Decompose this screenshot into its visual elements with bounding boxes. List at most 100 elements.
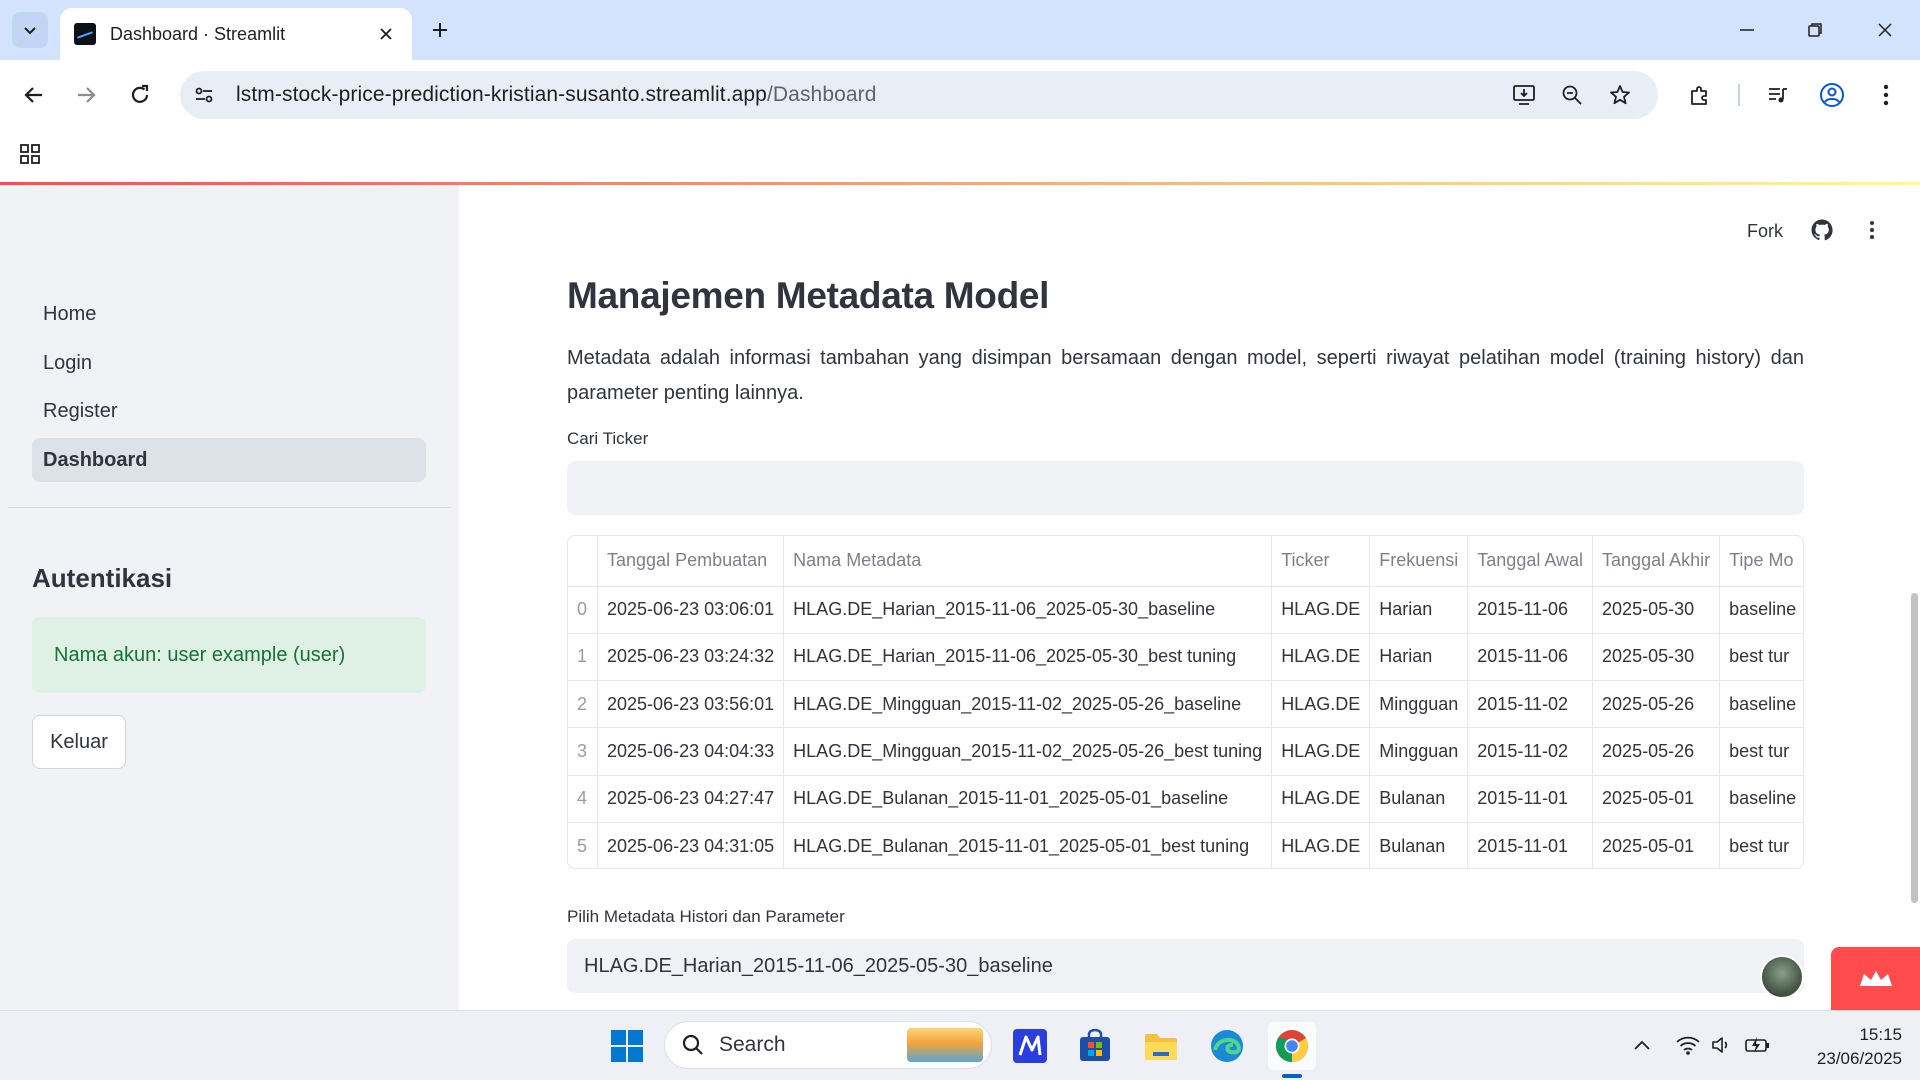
app-menu-button[interactable] [1857, 215, 1887, 245]
browser-menu-button[interactable] [1866, 75, 1906, 115]
cell-ticker: HLAG.DE [1271, 680, 1371, 729]
cell-model-type: best tur [1719, 633, 1803, 682]
column-header-created[interactable]: Tanggal Pembuatan [597, 536, 785, 587]
browser-tab-active[interactable]: Dashboard · Streamlit [60, 8, 412, 60]
table-row[interactable]: 3 2025-06-23 04:04:33 HLAG.DE_Mingguan_2… [568, 727, 1803, 776]
cell-model-type: baseline [1719, 775, 1803, 823]
table-row[interactable]: 2 2025-06-23 03:56:01 HLAG.DE_Mingguan_2… [568, 680, 1803, 729]
sidebar-item-login[interactable]: Login [32, 341, 426, 385]
taskbar-search-box[interactable]: Search [664, 1021, 992, 1069]
active-app-indicator [1282, 1074, 1302, 1078]
metadata-table[interactable]: Tanggal Pembuatan Nama Metadata Ticker F… [567, 535, 1804, 869]
column-header-ticker[interactable]: Ticker [1271, 536, 1371, 587]
zoom-button[interactable] [1552, 75, 1592, 115]
cell-end-date: 2025-05-01 [1592, 775, 1721, 823]
cell-created: 2025-06-23 03:06:01 [597, 586, 785, 634]
arrow-right-icon [78, 87, 96, 103]
table-row[interactable]: 4 2025-06-23 04:27:47 HLAG.DE_Bulanan_20… [568, 775, 1803, 823]
column-header-model-type[interactable]: Tipe Mo [1719, 536, 1803, 587]
start-button[interactable] [603, 1022, 651, 1070]
chevron-up-icon [1634, 1040, 1650, 1050]
sidebar-divider [8, 507, 451, 508]
github-icon [1811, 219, 1833, 241]
account-circle-icon [1820, 83, 1844, 107]
logout-button[interactable]: Keluar [32, 715, 126, 769]
cell-name: HLAG.DE_Bulanan_2015-11-01_2025-05-01_ba… [783, 775, 1273, 823]
search-ticker-input[interactable] [567, 461, 1804, 515]
select-metadata-label: Pilih Metadata Histori dan Parameter [567, 907, 845, 926]
reload-button[interactable] [120, 75, 160, 115]
table-row[interactable]: 1 2025-06-23 03:24:32 HLAG.DE_Harian_201… [568, 633, 1803, 682]
wifi-icon [1676, 1036, 1700, 1055]
fork-button[interactable]: Fork [1747, 221, 1783, 242]
apps-button[interactable] [14, 138, 46, 170]
cell-end-date: 2025-05-01 [1592, 822, 1721, 868]
cell-name: HLAG.DE_Mingguan_2015-11-02_2025-05-26_b… [783, 727, 1273, 776]
system-clock[interactable]: 15:15 23/06/2025 [1788, 1023, 1902, 1071]
install-icon [1513, 85, 1535, 105]
creator-avatar[interactable] [1760, 955, 1804, 999]
more-vert-icon [1870, 221, 1874, 239]
taskbar-app-store[interactable] [1071, 1022, 1119, 1070]
table-row[interactable]: 0 2025-06-23 03:06:01 HLAG.DE_Harian_201… [568, 586, 1803, 634]
tab-title: Dashboard · Streamlit [110, 23, 286, 44]
cell-name: HLAG.DE_Harian_2015-11-06_2025-05-30_bes… [783, 633, 1273, 682]
row-index: 5 [568, 822, 599, 868]
table-row[interactable]: 5 2025-06-23 04:31:05 HLAG.DE_Bulanan_20… [568, 822, 1803, 868]
streamlit-badge-button[interactable] [1831, 947, 1920, 1010]
taskbar-app-chrome[interactable] [1268, 1022, 1316, 1070]
bookmark-star-button[interactable] [1600, 75, 1640, 115]
cell-frequency: Mingguan [1369, 727, 1469, 776]
cell-frequency: Harian [1369, 586, 1469, 634]
cell-created: 2025-06-23 04:31:05 [597, 822, 785, 868]
site-info-button[interactable] [184, 75, 224, 115]
address-bar[interactable]: lstm-stock-price-prediction-kristian-sus… [180, 71, 1658, 119]
wifi-status[interactable] [1674, 1031, 1702, 1059]
plus-icon [433, 23, 447, 37]
media-controls-button[interactable] [1758, 75, 1798, 115]
clock-time: 15:15 [1859, 1025, 1902, 1044]
restore-button[interactable] [1792, 10, 1838, 50]
search-ticker-label: Cari Ticker [567, 429, 649, 448]
taskbar-app-edge[interactable] [1203, 1022, 1251, 1070]
tab-close-button[interactable] [374, 22, 398, 46]
cell-name: HLAG.DE_Harian_2015-11-06_2025-05-30_bas… [783, 586, 1273, 634]
sidebar: Home Login Register Dashboard Autentikas… [0, 185, 459, 1010]
column-header-frequency[interactable]: Frekuensi [1369, 536, 1469, 587]
github-button[interactable] [1807, 215, 1837, 245]
install-app-button[interactable] [1504, 75, 1544, 115]
volume-icon [1712, 1037, 1728, 1053]
cell-frequency: Harian [1369, 633, 1469, 682]
profile-button[interactable] [1812, 75, 1852, 115]
row-index: 3 [568, 727, 599, 776]
taskbar-app-editor[interactable] [1006, 1022, 1054, 1070]
minimize-button[interactable] [1724, 10, 1770, 50]
taskbar-app-file-explorer[interactable] [1137, 1022, 1185, 1070]
clock-date: 23/06/2025 [1816, 1049, 1902, 1068]
cell-model-type: baseline [1719, 586, 1803, 634]
column-header-end-date[interactable]: Tanggal Akhir [1592, 536, 1721, 587]
sidebar-item-register[interactable]: Register [32, 389, 426, 433]
show-hidden-icons-button[interactable] [1628, 1031, 1656, 1059]
metadata-select[interactable]: HLAG.DE_Harian_2015-11-06_2025-05-30_bas… [567, 939, 1804, 993]
cell-start-date: 2015-11-06 [1467, 586, 1594, 634]
column-header-name[interactable]: Nama Metadata [783, 536, 1273, 587]
sidebar-item-dashboard[interactable]: Dashboard [32, 438, 426, 482]
new-tab-button[interactable] [424, 14, 456, 46]
volume-status[interactable] [1708, 1031, 1736, 1059]
cell-start-date: 2015-11-01 [1467, 822, 1594, 868]
cell-start-date: 2015-11-06 [1467, 633, 1594, 682]
column-header-index[interactable] [568, 536, 599, 587]
sidebar-item-home[interactable]: Home [32, 292, 426, 336]
page-scrollbar-thumb[interactable] [1911, 593, 1918, 903]
column-header-start-date[interactable]: Tanggal Awal [1467, 536, 1594, 587]
cell-start-date: 2015-11-02 [1467, 680, 1594, 729]
extensions-button[interactable] [1680, 75, 1720, 115]
cell-model-type: baseline [1719, 680, 1803, 729]
forward-button[interactable] [66, 75, 106, 115]
back-button[interactable] [14, 75, 54, 115]
close-window-button[interactable] [1862, 10, 1908, 50]
battery-status[interactable] [1744, 1031, 1772, 1059]
search-icon [682, 1034, 703, 1055]
tab-search-button[interactable] [12, 12, 48, 48]
